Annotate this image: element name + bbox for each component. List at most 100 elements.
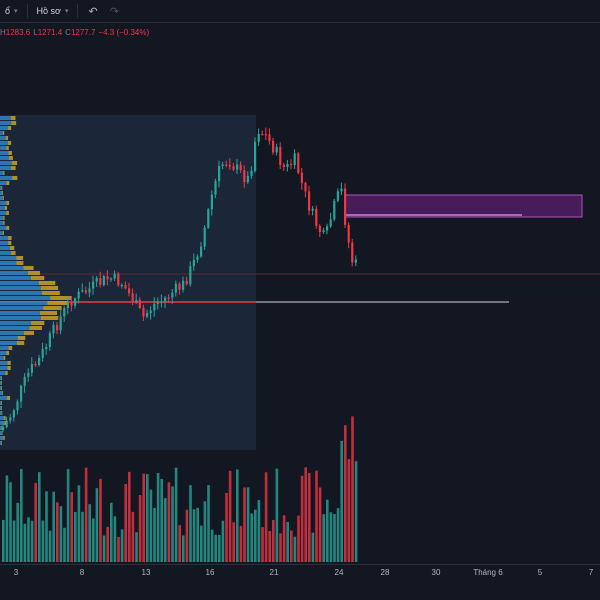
candle-body (250, 170, 253, 176)
profile-bar-blue (0, 291, 42, 295)
candle-body (48, 333, 51, 348)
volume-bar (340, 440, 343, 562)
volume-bar (59, 506, 63, 562)
volume-bar (351, 416, 354, 562)
candle-body (106, 276, 109, 280)
volume-bar (27, 517, 30, 562)
profile-bar-gold (16, 341, 25, 345)
profile-bar-gold (1, 411, 3, 415)
candle-body (214, 181, 217, 195)
candle-body (203, 227, 206, 247)
candle-body (84, 290, 87, 293)
profile-bar-gold (10, 251, 16, 255)
candle-body (156, 302, 159, 304)
volume-bar (160, 478, 163, 562)
time-axis[interactable] (0, 564, 600, 600)
candle-body (336, 191, 339, 201)
volume-bar (200, 525, 203, 562)
candle-body (135, 299, 138, 303)
undo-icon[interactable]: ↶ (82, 5, 103, 18)
candle-body (171, 292, 174, 298)
volume-bar (56, 502, 59, 562)
candle-body (210, 194, 213, 210)
profile-bar-blue (0, 311, 40, 315)
volume-bar (286, 521, 289, 562)
candle-body (23, 376, 26, 386)
volume-bar (81, 511, 84, 562)
redo-icon[interactable]: ↷ (104, 5, 125, 18)
profile-menu[interactable]: Hồ sơ ▾ (32, 0, 74, 22)
profile-bar-gold (1, 431, 3, 435)
profile-bar-blue (0, 331, 24, 335)
candle-body (120, 284, 123, 287)
profile-bar-gold (2, 231, 4, 235)
time-tick-label: 21 (269, 568, 279, 577)
profile-bar-gold (1, 441, 2, 445)
volume-bar (297, 515, 300, 562)
profile-bar-gold (2, 391, 4, 395)
volume-bar (326, 499, 329, 562)
profile-bar-gold (27, 271, 40, 275)
volume-bar (329, 512, 333, 562)
profile-bar-gold (10, 166, 16, 170)
volume-bar (167, 482, 171, 562)
profile-bar-gold (3, 356, 6, 360)
candle-body (279, 146, 282, 165)
candle-body (207, 209, 210, 228)
profile-bar-blue (0, 176, 13, 180)
candle-body (192, 259, 195, 267)
volume-bar (164, 498, 167, 562)
volume-bar (354, 461, 358, 562)
candle-body (34, 364, 37, 366)
candle-body (16, 401, 19, 411)
profile-bar-blue (0, 296, 51, 300)
profile-bar-gold (9, 156, 13, 160)
profile-bar-gold (17, 336, 26, 340)
profile-bar-gold (30, 276, 45, 280)
chart-type-label: ổ (5, 6, 11, 16)
profile-bar-gold (3, 171, 5, 175)
candle-body (297, 153, 300, 173)
candle-body (99, 278, 102, 285)
profile-bar-blue (0, 286, 41, 290)
candle-body (113, 273, 116, 279)
candle-body (2, 426, 5, 430)
profile-bar-blue (0, 121, 12, 125)
candle-body (200, 246, 203, 257)
profile-bar-blue (0, 441, 2, 445)
supply-zone[interactable] (344, 194, 583, 218)
profile-bar-blue (0, 186, 2, 190)
candle-body (225, 164, 228, 166)
volume-bar (228, 470, 232, 562)
candle-body (45, 347, 48, 350)
low-value: 1271.4 (37, 28, 63, 37)
candle-body (81, 290, 84, 292)
profile-bar-blue (0, 436, 4, 440)
volume-bar (239, 525, 243, 562)
profile-bar-gold (16, 261, 24, 265)
volume-bar (48, 530, 52, 562)
volume-bar (214, 534, 217, 562)
volume-bar (315, 470, 318, 562)
volume-bar (261, 527, 264, 562)
candle-body (160, 301, 163, 303)
candle-body (264, 134, 267, 136)
chart-type-menu[interactable]: ổ ▾ (0, 0, 23, 22)
profile-bar-gold (12, 161, 18, 165)
candle-body (257, 133, 260, 142)
profile-bar-blue (0, 396, 8, 400)
candle-body (236, 164, 239, 170)
candle-body (272, 140, 275, 153)
volume-bar (236, 469, 239, 562)
candle-body (95, 278, 98, 282)
volume-bar (322, 514, 325, 562)
volume-bar (182, 535, 185, 562)
volume-bar (16, 502, 19, 562)
volume-bar (225, 493, 228, 562)
profile-bar-blue (0, 401, 2, 405)
volume-bar (311, 532, 315, 562)
candle-body (326, 226, 329, 231)
profile-bar-gold (23, 266, 34, 270)
profile-bar-gold (7, 241, 12, 245)
chart-canvas[interactable] (0, 0, 600, 600)
